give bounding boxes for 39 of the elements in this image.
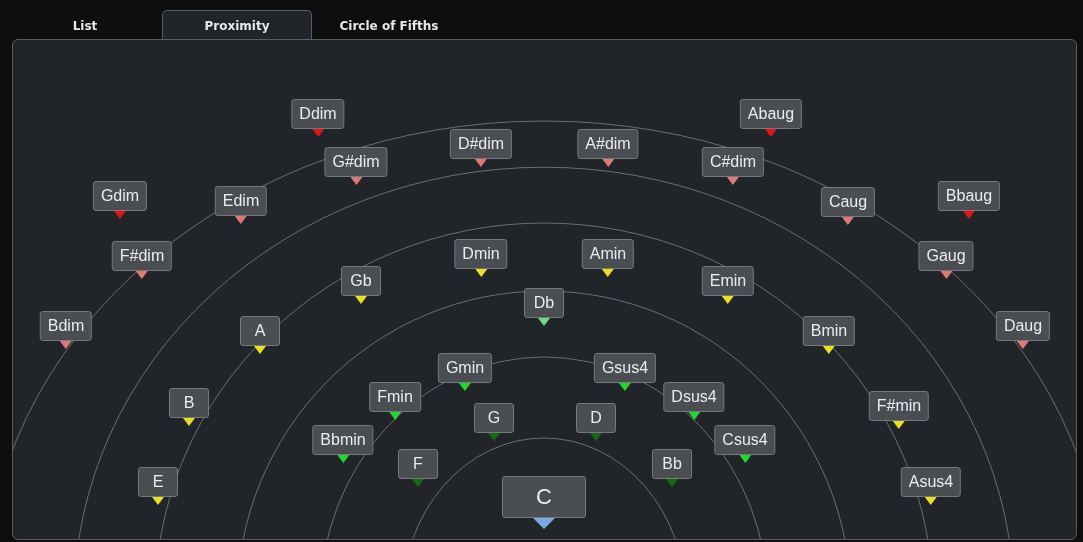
chord-button[interactable]: Fmin	[369, 382, 421, 412]
chord-button[interactable]: Bb	[652, 449, 692, 479]
chord-button[interactable]: Csus4	[714, 425, 776, 455]
chord-button[interactable]: Gdim	[92, 181, 148, 211]
chord-button[interactable]: Gaug	[918, 241, 974, 271]
chord-button[interactable]: F	[398, 449, 438, 479]
chord-button[interactable]: G	[474, 403, 514, 433]
chord-button[interactable]: Caug	[820, 187, 876, 217]
chord-button[interactable]: A#dim	[577, 129, 639, 159]
chord-button[interactable]: Gmin	[437, 353, 493, 383]
chord-button[interactable]: F#min	[868, 391, 930, 421]
chord-button[interactable]: Emin	[701, 266, 755, 296]
chord-button[interactable]: Bdim	[39, 311, 93, 341]
chord-button[interactable]: Amin	[581, 239, 635, 269]
tab[interactable]: Proximity	[162, 10, 312, 40]
chord-button[interactable]: D	[576, 403, 616, 433]
chord-button[interactable]: E	[138, 467, 178, 497]
chord-button[interactable]: Asus4	[900, 467, 962, 497]
chord-button[interactable]: Dsus4	[663, 382, 725, 412]
chord-button[interactable]: Abaug	[739, 99, 803, 129]
chord-button[interactable]: Dmin	[454, 239, 508, 269]
chord-button[interactable]: Bbmin	[312, 425, 374, 455]
chord-button[interactable]: G#dim	[324, 147, 388, 177]
chord-button[interactable]: Gsus4	[593, 353, 657, 383]
chord-button[interactable]: D#dim	[449, 129, 513, 159]
chord-button[interactable]: Ddim	[291, 99, 345, 129]
chord-button[interactable]: F#dim	[111, 241, 173, 271]
tab[interactable]: Circle of Fifths	[314, 10, 464, 40]
chord-button[interactable]: Daug	[995, 311, 1051, 341]
chord-button[interactable]: A	[240, 316, 280, 346]
chord-button[interactable]: C	[502, 476, 586, 518]
chord-button[interactable]: Gb	[341, 266, 381, 296]
tab[interactable]: List	[10, 10, 160, 40]
chord-button[interactable]: C#dim	[701, 147, 765, 177]
chord-button[interactable]: Edim	[214, 186, 268, 216]
chord-button[interactable]: B	[169, 388, 209, 418]
chord-button[interactable]: Bbaug	[937, 181, 1001, 211]
chord-button[interactable]: Bmin	[802, 316, 856, 346]
chord-button[interactable]: Db	[524, 288, 564, 318]
